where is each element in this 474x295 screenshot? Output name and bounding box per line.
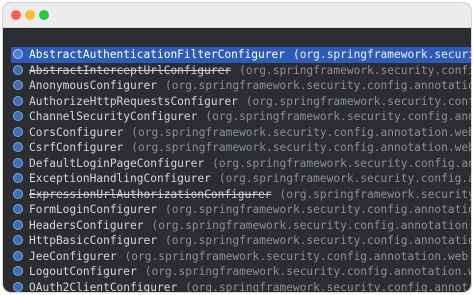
completion-item[interactable]: LogoutConfigurer (org.springframework.sec… (3, 264, 471, 280)
completion-item-name: CorsConfigurer (29, 125, 124, 139)
class-icon (13, 80, 23, 90)
class-icon (13, 142, 23, 152)
completion-item[interactable]: AuthorizeHttpRequestsConfigurer (org.spri… (3, 94, 471, 110)
class-icon (13, 235, 23, 245)
completion-item-package: (org.springframework.security.config.ann… (245, 94, 471, 108)
maximize-window-button[interactable] (39, 10, 49, 20)
completion-item[interactable]: FormLoginConfigurer (org.springframework.… (3, 202, 471, 218)
completion-item-name: AnonymousConfigurer (29, 79, 157, 92)
class-icon (13, 95, 23, 106)
class-icon (13, 281, 23, 292)
completion-item-name: ChannelSecurityConfigurer (29, 110, 198, 123)
completion-item[interactable]: HeadersConfigurer (org.springframework.se… (3, 218, 471, 234)
completion-item-name: FormLoginConfigurer (29, 203, 157, 216)
completion-item-name: JeeConfigurer (29, 249, 117, 263)
completion-item-name: LogoutConfigurer (29, 265, 137, 278)
completion-item-name: DefaultLoginPageConfigurer (29, 156, 205, 170)
completion-item-name: OAuth2ClientConfigurer (29, 280, 178, 293)
completion-item-package: (org.springframework.security.config.ann… (279, 187, 471, 201)
completion-item[interactable]: DefaultLoginPageConfigurer (org.springfra… (3, 156, 471, 172)
completion-item-package: (org.springframework.security.config.ann… (131, 125, 471, 139)
completion-item[interactable]: CorsConfigurer (org.springframework.secur… (3, 125, 471, 141)
completion-item-package: (org.springframework.security.config.ann… (239, 63, 471, 77)
completion-item-package: (org.springframework.security.config.ann… (151, 218, 471, 232)
class-icon (13, 64, 23, 75)
completion-item[interactable]: AbstractAuthenticationFilterConfigurer (o… (11, 47, 471, 63)
completion-item[interactable]: CsrfConfigurer (org.springframework.secur… (3, 140, 471, 156)
class-icon (13, 126, 23, 137)
completion-item[interactable]: ExpressionUrlAuthorizationConfigurer (org… (3, 187, 471, 203)
class-icon (13, 111, 23, 121)
completion-item-package: (org.springframework.security.config.ann… (124, 249, 471, 263)
completion-item[interactable]: AnonymousConfigurer (org.springframework.… (3, 78, 471, 94)
class-icon (13, 204, 23, 214)
code-completion-popup: AbstractAuthenticationFilterConfigurer (o… (3, 47, 471, 292)
completion-item-name: AuthorizeHttpRequestsConfigurer (29, 94, 238, 108)
completion-item-name: AbstractAuthenticationFilterConfigurer (29, 48, 285, 61)
completion-item-package: (org.springframework.security.config.ann… (164, 203, 471, 216)
class-icon (13, 219, 23, 230)
completion-item-package: (org.springframework.security.config.ann… (218, 172, 471, 185)
class-icon (13, 250, 23, 261)
app-window: AbstractAuthenticationFilterConfigurer (o… (3, 3, 471, 292)
class-icon (13, 266, 23, 276)
completion-item-name: CsrfConfigurer (29, 141, 124, 154)
completion-item-package: (org.springframework.security.config.ann… (164, 234, 471, 247)
completion-item[interactable]: ExceptionHandlingConfigurer (org.springfr… (3, 171, 471, 187)
completion-item-package: (org.springframework.security.config.ann… (205, 110, 471, 123)
class-icon (13, 188, 23, 199)
completion-item-package: (org.springframework.security.config.ann… (212, 156, 471, 170)
minimize-window-button[interactable] (25, 10, 35, 20)
class-icon (13, 173, 23, 183)
completion-item-package: (org.springframework.security.config.ann… (185, 280, 471, 293)
completion-item[interactable]: JeeConfigurer (org.springframework.securi… (3, 249, 471, 265)
completion-item[interactable]: ChannelSecurityConfigurer (org.springfram… (3, 109, 471, 125)
completion-item-name: ExpressionUrlAuthorizationConfigurer (29, 187, 272, 201)
completion-item-package: (org.springframework.security.config.ann… (164, 79, 471, 92)
class-icon (13, 49, 23, 59)
completion-item-package: (org.springframework.security.config.ann… (131, 141, 471, 154)
close-window-button[interactable] (11, 10, 21, 20)
completion-item[interactable]: HttpBasicConfigurer (org.springframework.… (3, 233, 471, 249)
window-titlebar (3, 3, 471, 28)
completion-item-name: AbstractInterceptUrlConfigurer (29, 63, 232, 77)
completion-item-name: HeadersConfigurer (29, 218, 144, 232)
completion-item[interactable]: OAuth2ClientConfigurer (org.springframewo… (3, 280, 471, 293)
completion-item-name: HttpBasicConfigurer (29, 234, 157, 247)
completion-item[interactable]: AbstractInterceptUrlConfigurer (org.sprin… (3, 63, 471, 79)
class-icon (13, 157, 23, 168)
completion-item-package: (org.springframework.security.config.ann… (144, 265, 471, 278)
completion-item-package: (org.springframework.security.config.an (292, 48, 471, 61)
completion-item-name: ExceptionHandlingConfigurer (29, 172, 211, 185)
